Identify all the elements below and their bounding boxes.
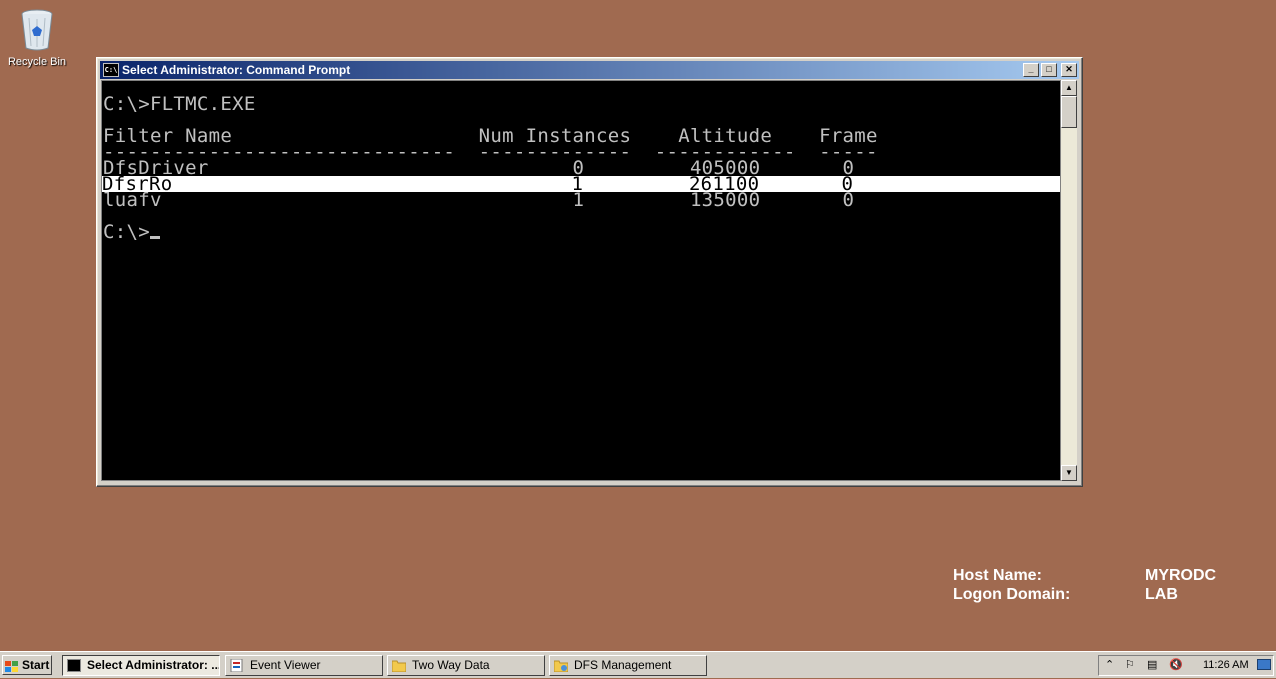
host-name-label: Host Name:: [953, 567, 1042, 584]
recycle-bin[interactable]: Recycle Bin: [4, 6, 70, 68]
taskbar-item-command-prompt[interactable]: Select Administrator: ...: [62, 655, 220, 676]
scroll-thumb[interactable]: [1061, 96, 1077, 128]
console-prompt: C:\>: [103, 221, 160, 243]
recycle-bin-icon: [19, 6, 55, 52]
scroll-up-arrow-icon[interactable]: ▲: [1061, 80, 1077, 96]
show-desktop-icon[interactable]: [1257, 659, 1271, 670]
start-label: Start: [22, 658, 50, 672]
dfs-management-icon: [553, 659, 569, 673]
logon-domain-value: LAB: [1145, 586, 1178, 603]
folder-icon: [391, 659, 407, 673]
host-name-value: MYRODC: [1145, 567, 1217, 584]
recycle-bin-label: Recycle Bin: [7, 56, 67, 68]
taskbar-item-label: Select Administrator: ...: [87, 658, 220, 672]
taskbar-item-label: Event Viewer: [250, 658, 321, 672]
scroll-down-arrow-icon[interactable]: ▼: [1061, 465, 1077, 481]
console-line: C:\>FLTMC.EXE: [103, 93, 256, 115]
host-info: Host Name: MYRODC Logon Domain: LAB: [953, 566, 1253, 604]
taskbar-item-label: Two Way Data: [412, 658, 490, 672]
volume-muted-icon[interactable]: 🔇: [1169, 658, 1183, 671]
console-output[interactable]: C:\>FLTMC.EXE Filter Name Num Instances …: [101, 80, 1061, 481]
host-name-row: Host Name: MYRODC: [953, 566, 1253, 585]
system-tray: ⌃ ⚐ ▤ 🔇 11:26 AM: [1098, 655, 1274, 676]
console-row: luafv 1 135000 0: [103, 189, 855, 211]
logon-domain-label: Logon Domain:: [953, 586, 1071, 603]
prompt-text: C:\>: [103, 221, 150, 243]
command-prompt-window[interactable]: C:\ Select Administrator: Command Prompt…: [96, 57, 1083, 487]
vertical-scrollbar[interactable]: ▲ ▼: [1061, 80, 1077, 481]
network-icon[interactable]: ▤: [1147, 658, 1157, 671]
taskbar-item-event-viewer[interactable]: Event Viewer: [225, 655, 383, 676]
text-cursor: [149, 236, 160, 239]
show-hidden-icons-icon[interactable]: ⌃: [1105, 658, 1114, 671]
event-viewer-icon: [230, 658, 244, 673]
logon-domain-row: Logon Domain: LAB: [953, 585, 1253, 604]
windows-flag-icon: [5, 659, 19, 672]
taskbar: Start Select Administrator: ... Event Vi…: [0, 651, 1276, 678]
clock[interactable]: 11:26 AM: [1203, 658, 1249, 673]
start-button[interactable]: Start: [2, 655, 52, 675]
minimize-button[interactable]: _: [1023, 63, 1039, 77]
cmd-icon: [67, 659, 81, 672]
cmd-icon: C:\: [103, 63, 119, 77]
taskbar-item-two-way-data[interactable]: Two Way Data: [387, 655, 545, 676]
maximize-button[interactable]: □: [1041, 63, 1057, 77]
taskbar-item-dfs-management[interactable]: DFS Management: [549, 655, 707, 676]
window-titlebar[interactable]: C:\ Select Administrator: Command Prompt…: [100, 61, 1079, 79]
taskbar-item-label: DFS Management: [574, 658, 672, 672]
close-button[interactable]: ✕: [1061, 63, 1077, 77]
window-title: Select Administrator: Command Prompt: [122, 63, 351, 77]
action-center-flag-icon[interactable]: ⚐: [1125, 658, 1135, 671]
